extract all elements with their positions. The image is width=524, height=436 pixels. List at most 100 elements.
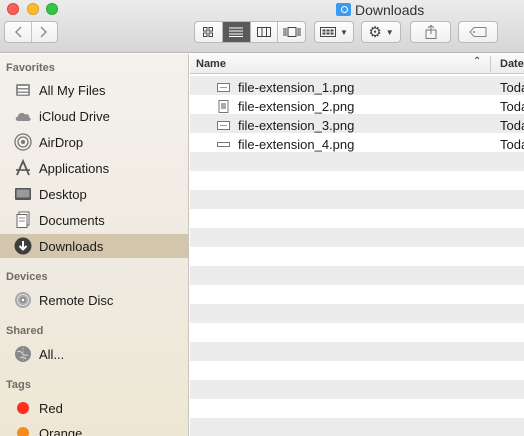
documents-icon <box>13 211 32 230</box>
toolbar: Downloads ▼ ⚙ ▼ <box>0 0 524 53</box>
sidebar: Favorites All My Files iCloud Drive AirD… <box>0 54 189 436</box>
file-row[interactable]: file-extension_2.png Today <box>190 97 524 116</box>
sidebar-item-tag-orange[interactable]: Orange <box>0 421 188 436</box>
sidebar-item-remote-disc[interactable]: Remote Disc <box>0 288 188 312</box>
forward-button[interactable] <box>30 22 58 42</box>
sidebar-item-label: All My Files <box>39 82 106 98</box>
row-stripe <box>190 209 524 228</box>
image-file-icon <box>217 121 230 130</box>
file-name: file-extension_1.png <box>238 80 355 95</box>
list-view-button[interactable] <box>221 22 250 42</box>
row-stripe <box>190 342 524 361</box>
chevron-down-icon: ▼ <box>340 27 348 37</box>
file-row[interactable]: file-extension_1.png Today <box>190 78 524 97</box>
sidebar-item-all-my-files[interactable]: All My Files <box>0 78 188 102</box>
cover-flow-button[interactable] <box>277 22 305 42</box>
row-stripe <box>190 323 524 342</box>
row-stripe <box>190 418 524 436</box>
share-icon <box>425 25 436 39</box>
file-row[interactable]: file-extension_3.png Today <box>190 116 524 135</box>
sidebar-section-favorites: Favorites <box>6 62 55 74</box>
sidebar-item-label: iCloud Drive <box>39 108 110 124</box>
chevron-down-icon: ▼ <box>385 27 394 37</box>
icon-grid-icon <box>203 27 214 37</box>
view-mode-group <box>194 21 306 43</box>
sidebar-section-shared: Shared <box>6 325 44 337</box>
back-button[interactable] <box>5 22 31 42</box>
columns-icon <box>256 27 271 37</box>
file-row[interactable]: file-extension_4.png Today <box>190 135 524 154</box>
row-stripe <box>190 266 524 285</box>
sidebar-item-label: Downloads <box>39 238 104 254</box>
list-header: Name ⌃ Date <box>190 54 524 74</box>
row-stripe <box>190 190 524 209</box>
tag-button[interactable] <box>458 21 498 43</box>
downloads-folder-icon <box>336 3 351 16</box>
sidebar-item-label: Documents <box>39 212 105 228</box>
sidebar-item-label: Orange <box>39 425 83 436</box>
arrange-icon <box>320 27 337 37</box>
window-title: Downloads <box>336 1 424 18</box>
sidebar-item-applications[interactable]: Applications <box>0 156 188 180</box>
row-stripe <box>190 228 524 247</box>
file-date: Today <box>500 99 524 114</box>
image-file-icon <box>217 83 230 92</box>
cloud-icon <box>13 107 32 126</box>
row-stripe <box>190 399 524 418</box>
file-name: file-extension_4.png <box>238 137 355 152</box>
list-icon <box>229 27 244 37</box>
sidebar-item-label: Red <box>39 400 63 416</box>
chevron-right-icon <box>40 26 48 38</box>
back-forward-group <box>4 21 58 43</box>
icon-view-button[interactable] <box>195 22 222 42</box>
orange-tag-icon <box>13 424 32 436</box>
file-date: Today <box>500 118 524 133</box>
sidebar-item-documents[interactable]: Documents <box>0 208 188 232</box>
sidebar-item-downloads[interactable]: Downloads <box>0 234 188 258</box>
sidebar-item-label: Remote Disc <box>39 292 114 308</box>
row-stripe <box>190 361 524 380</box>
action-button[interactable]: ⚙ ▼ <box>361 21 401 43</box>
sidebar-item-label: Desktop <box>39 186 87 202</box>
network-icon <box>13 345 32 364</box>
column-header-name[interactable]: Name <box>196 58 226 70</box>
file-name: file-extension_3.png <box>238 118 355 133</box>
disc-icon <box>13 291 32 310</box>
all-files-icon <box>13 81 32 100</box>
window-title-text: Downloads <box>355 1 425 18</box>
desktop-icon <box>13 185 32 204</box>
image-file-icon <box>218 100 229 113</box>
minimize-window-button[interactable] <box>27 3 39 15</box>
column-header-date[interactable]: Date <box>500 58 524 70</box>
sidebar-item-desktop[interactable]: Desktop <box>0 182 188 206</box>
zoom-window-button[interactable] <box>46 3 58 15</box>
sort-ascending-icon: ⌃ <box>473 56 482 67</box>
red-tag-icon <box>13 399 32 418</box>
arrange-button[interactable]: ▼ <box>314 21 354 43</box>
applications-icon <box>13 159 32 178</box>
column-divider[interactable] <box>490 56 491 72</box>
file-list: Name ⌃ Date file-extension_1.png Today f… <box>190 54 524 436</box>
sidebar-item-label: All... <box>39 346 65 362</box>
row-stripe <box>190 380 524 399</box>
sidebar-item-icloud-drive[interactable]: iCloud Drive <box>0 104 188 128</box>
row-stripe <box>190 152 524 171</box>
column-view-button[interactable] <box>249 22 278 42</box>
chevron-left-icon <box>14 26 22 38</box>
downloads-icon <box>13 237 32 256</box>
sidebar-item-label: Applications <box>39 160 110 176</box>
sidebar-item-shared-all[interactable]: All... <box>0 342 188 366</box>
sidebar-item-label: AirDrop <box>39 134 84 150</box>
close-window-button[interactable] <box>7 3 19 15</box>
sidebar-item-tag-red[interactable]: Red <box>0 396 188 420</box>
file-name: file-extension_2.png <box>238 99 355 114</box>
share-button[interactable] <box>410 21 451 43</box>
sidebar-item-airdrop[interactable]: AirDrop <box>0 130 188 154</box>
file-date: Today <box>500 137 524 152</box>
tag-icon <box>469 27 487 37</box>
file-date: Today <box>500 80 524 95</box>
row-stripe <box>190 247 524 266</box>
gear-icon: ⚙ <box>368 24 382 41</box>
sidebar-section-tags: Tags <box>6 379 31 391</box>
airdrop-icon <box>13 133 32 152</box>
